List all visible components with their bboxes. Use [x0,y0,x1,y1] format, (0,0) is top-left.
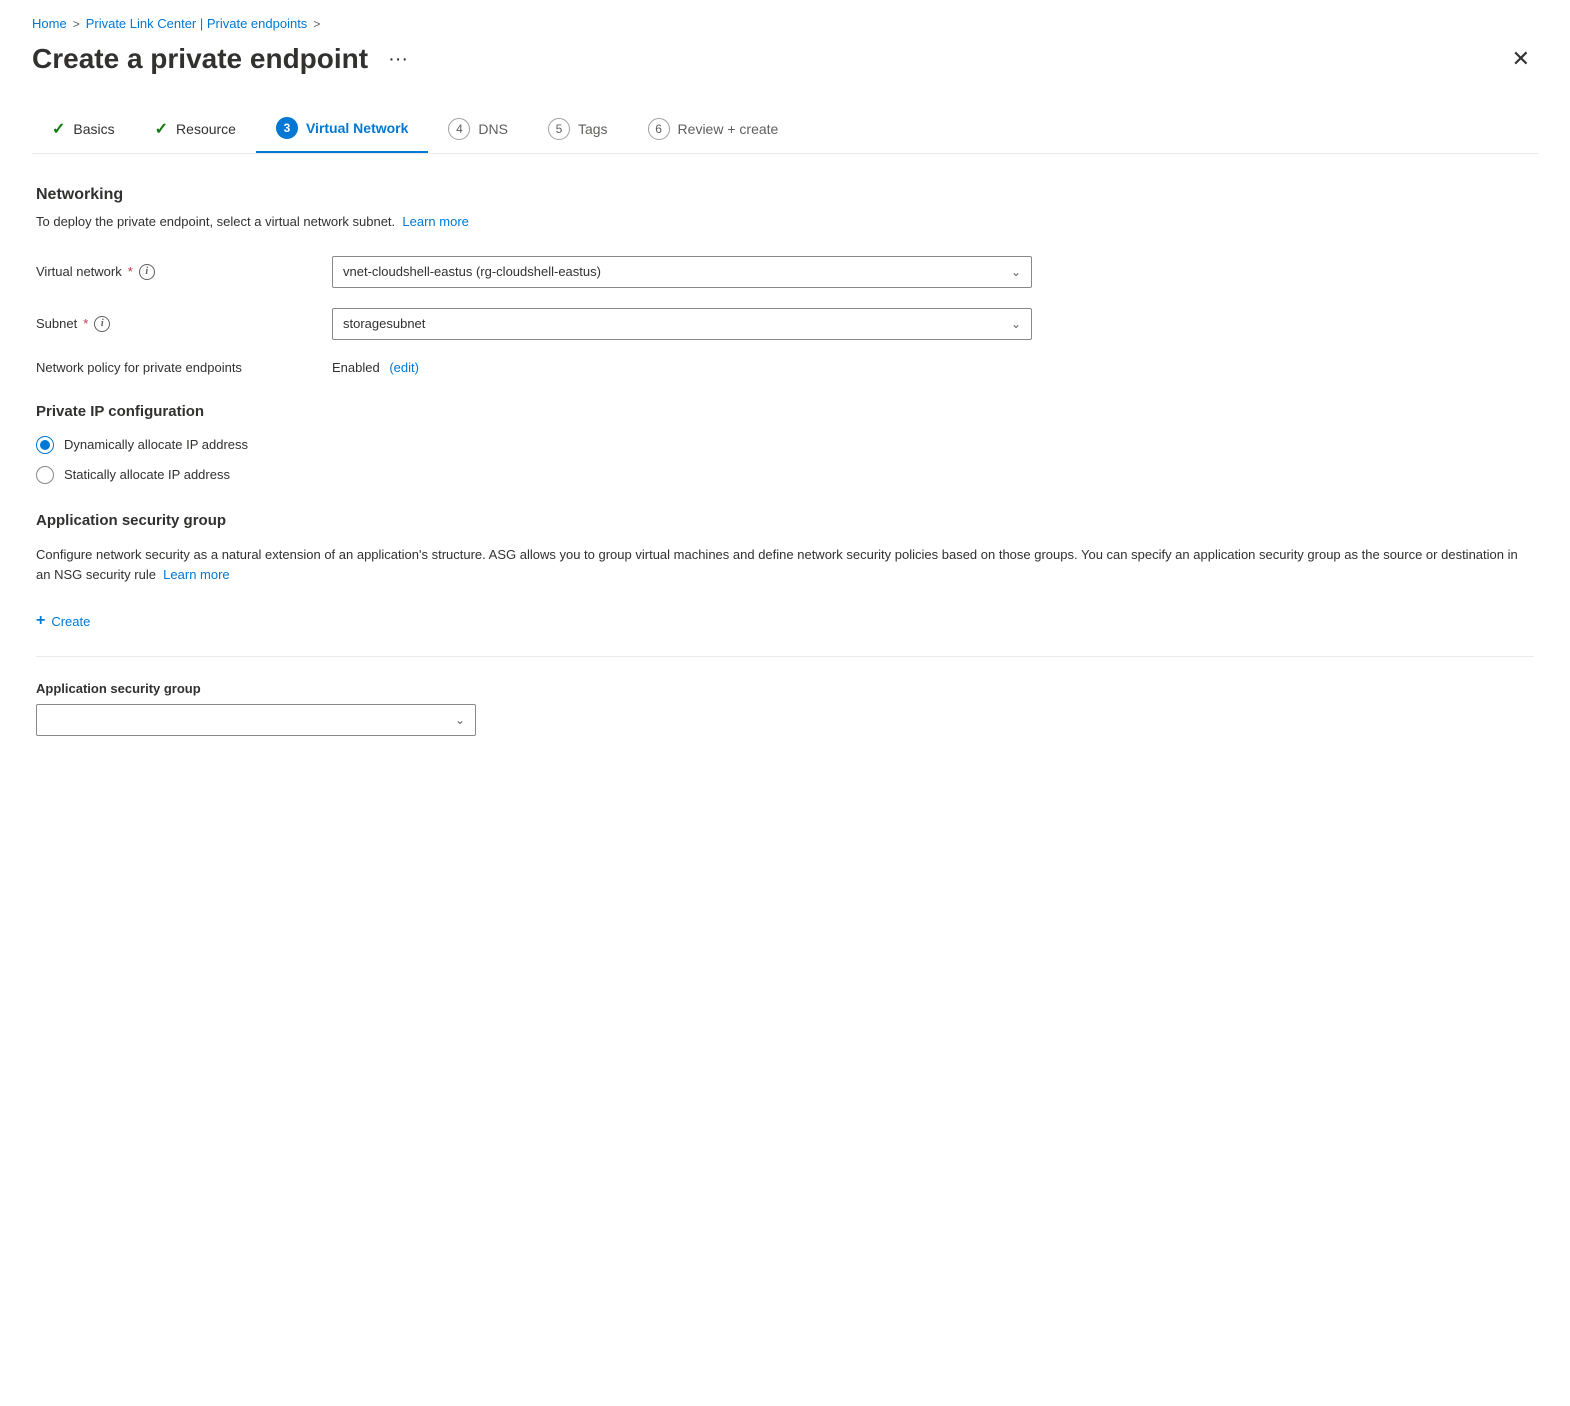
subnet-value: storagesubnet [343,316,1003,331]
plus-icon: + [36,612,45,630]
wizard-step-dns-label: DNS [478,121,508,137]
network-policy-value: Enabled (edit) [332,360,419,375]
asg-desc-text: Configure network security as a natural … [36,547,1518,583]
virtual-network-label-text: Virtual network [36,264,122,279]
radio-circle-dynamic [36,436,54,454]
radio-label-dynamic: Dynamically allocate IP address [64,437,248,452]
wizard-steps: ✓ Basics ✓ Resource 3 Virtual Network 4 … [32,107,1538,154]
wizard-step-resource-label: Resource [176,121,236,137]
page-title-row: Create a private endpoint ··· [32,43,416,75]
step-circle-review-create: 6 [648,118,670,140]
virtual-network-label: Virtual network * i [36,264,316,280]
radio-inner-dynamic [40,440,50,450]
radio-label-static: Statically allocate IP address [64,467,230,482]
virtual-network-chevron-icon: ⌄ [1011,265,1021,279]
subnet-chevron-icon: ⌄ [1011,317,1021,331]
virtual-network-required: * [128,264,133,279]
asg-title: Application security group [36,512,1534,529]
virtual-network-control: vnet-cloudshell-eastus (rg-cloudshell-ea… [332,256,1032,288]
asg-divider [36,656,1534,657]
wizard-step-review-create-label: Review + create [678,121,779,137]
step-check-resource: ✓ [155,119,168,139]
breadcrumb-sep-1: > [73,17,80,31]
virtual-network-dropdown[interactable]: vnet-cloudshell-eastus (rg-cloudshell-ea… [332,256,1032,288]
private-ip-radio-group: Dynamically allocate IP address Statical… [36,436,1534,484]
radio-option-static[interactable]: Statically allocate IP address [36,466,1534,484]
asg-section: Application security group Configure net… [36,512,1534,737]
subnet-label: Subnet * i [36,316,316,332]
private-ip-section: Private IP configuration Dynamically all… [36,403,1534,484]
wizard-step-review-create[interactable]: 6 Review + create [628,108,799,152]
content-area: Networking To deploy the private endpoin… [32,186,1538,736]
page-title: Create a private endpoint [32,43,368,75]
wizard-step-tags[interactable]: 5 Tags [528,108,628,152]
subnet-dropdown[interactable]: storagesubnet ⌄ [332,308,1032,340]
page-wrapper: Home > Private Link Center | Private end… [0,0,1570,1406]
virtual-network-row: Virtual network * i vnet-cloudshell-east… [36,256,1534,288]
subnet-label-text: Subnet [36,316,77,331]
asg-chevron-icon: ⌄ [455,713,465,727]
asg-create-label: Create [51,614,90,629]
subnet-info-icon[interactable]: i [94,316,110,332]
wizard-step-dns[interactable]: 4 DNS [428,108,528,152]
networking-section-title: Networking [36,186,1534,204]
network-policy-row: Network policy for private endpoints Ena… [36,360,1534,375]
radio-circle-static [36,466,54,484]
asg-description: Configure network security as a natural … [36,545,1534,587]
asg-dropdown[interactable]: ⌄ [36,704,476,736]
virtual-network-value: vnet-cloudshell-eastus (rg-cloudshell-ea… [343,264,1003,279]
networking-learn-more[interactable]: Learn more [402,214,468,229]
breadcrumb-home[interactable]: Home [32,16,67,31]
subnet-control: storagesubnet ⌄ [332,308,1032,340]
networking-description: To deploy the private endpoint, select a… [36,212,1534,232]
asg-create-button[interactable]: + Create [36,606,90,636]
network-policy-edit-link[interactable]: (edit) [389,360,419,375]
wizard-step-tags-label: Tags [578,121,608,137]
network-policy-status: Enabled [332,360,380,375]
asg-table-header: Application security group [36,681,1534,696]
breadcrumb-sep-2: > [313,17,320,31]
subnet-row: Subnet * i storagesubnet ⌄ [36,308,1534,340]
network-policy-label: Network policy for private endpoints [36,360,316,375]
wizard-step-basics-label: Basics [73,121,114,137]
wizard-step-virtual-network[interactable]: 3 Virtual Network [256,107,428,153]
step-circle-tags: 5 [548,118,570,140]
breadcrumb-center[interactable]: Private Link Center | Private endpoints [86,16,308,31]
more-options-button[interactable]: ··· [380,44,416,75]
virtual-network-info-icon[interactable]: i [139,264,155,280]
step-circle-dns: 4 [448,118,470,140]
private-ip-title: Private IP configuration [36,403,1534,420]
step-circle-virtual-network: 3 [276,117,298,139]
breadcrumb: Home > Private Link Center | Private end… [32,16,1538,31]
step-check-basics: ✓ [52,119,65,139]
networking-desc-text: To deploy the private endpoint, select a… [36,214,395,229]
page-header: Create a private endpoint ··· ✕ [32,43,1538,75]
wizard-step-resource[interactable]: ✓ Resource [135,109,256,151]
radio-option-dynamic[interactable]: Dynamically allocate IP address [36,436,1534,454]
wizard-step-virtual-network-label: Virtual Network [306,120,408,136]
asg-learn-more[interactable]: Learn more [163,567,229,582]
subnet-required: * [83,316,88,331]
close-button[interactable]: ✕ [1504,44,1538,74]
asg-dropdown-row: ⌄ [36,704,1534,736]
wizard-step-basics[interactable]: ✓ Basics [32,109,135,151]
